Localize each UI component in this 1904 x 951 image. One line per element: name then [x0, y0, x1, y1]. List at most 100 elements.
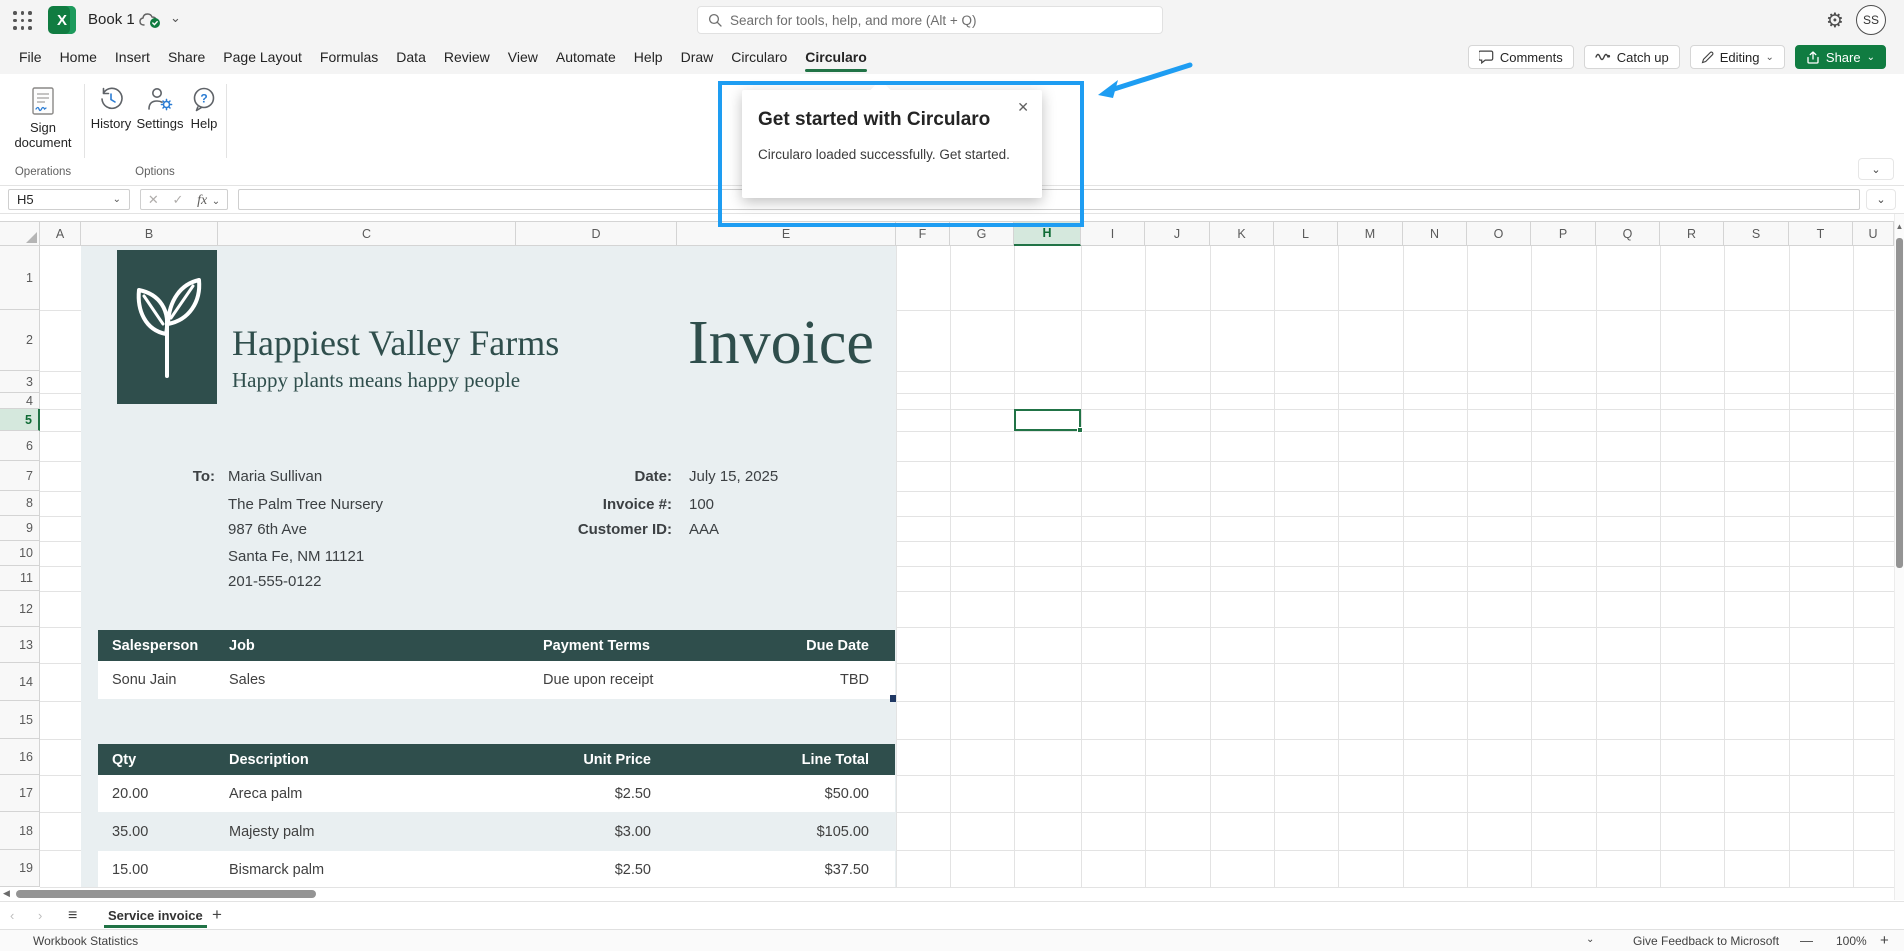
fill-handle[interactable] — [1077, 427, 1083, 433]
feedback-link[interactable]: Give Feedback to Microsoft — [1633, 934, 1779, 948]
row-header-10[interactable]: 10 — [0, 541, 40, 566]
item-row[interactable]: 20.00 Areca palm $2.50 $50.00 — [98, 775, 895, 812]
item-row[interactable]: 15.00 Bismarck palm $2.50 $37.50 — [98, 851, 895, 887]
row-header-3[interactable]: 3 — [0, 371, 40, 393]
menu-tab-view[interactable]: View — [499, 40, 547, 74]
menu-tab-circularo[interactable]: Circularo — [722, 40, 796, 74]
row-header-12[interactable]: 12 — [0, 591, 40, 627]
column-header-M[interactable]: M — [1338, 221, 1403, 246]
column-header-B[interactable]: B — [81, 221, 218, 246]
column-header-C[interactable]: C — [218, 221, 516, 246]
column-header-K[interactable]: K — [1210, 221, 1274, 246]
prev-sheet-chevron[interactable]: ‹ — [10, 908, 14, 923]
menu-tab-automate[interactable]: Automate — [547, 40, 625, 74]
zoom-level[interactable]: 100% — [1836, 934, 1867, 948]
settings-gear-icon[interactable]: ⚙ — [1826, 8, 1844, 33]
column-header-G[interactable]: G — [950, 221, 1014, 246]
sheet-list-menu-icon[interactable]: ≡ — [68, 907, 77, 925]
row-header-9[interactable]: 9 — [0, 516, 40, 541]
title-dropdown-chevron-icon[interactable]: ⌄ — [170, 10, 181, 26]
help-button[interactable]: ? Help — [186, 86, 222, 131]
column-header-H[interactable]: H — [1014, 221, 1081, 246]
callout-close-icon[interactable]: ✕ — [1017, 99, 1029, 116]
table-resize-handle[interactable] — [890, 695, 896, 702]
column-header-R[interactable]: R — [1660, 221, 1724, 246]
column-header-L[interactable]: L — [1274, 221, 1338, 246]
document-title[interactable]: Book 1 — [88, 11, 135, 28]
sign-document-button[interactable]: Sign document — [10, 86, 76, 150]
row-header-11[interactable]: 11 — [0, 566, 40, 591]
column-header-A[interactable]: A — [40, 221, 81, 246]
menu-tab-home[interactable]: Home — [51, 40, 106, 74]
column-header-F[interactable]: F — [896, 221, 950, 246]
settings-button[interactable]: Settings — [134, 86, 186, 131]
row-header-4[interactable]: 4 — [0, 393, 40, 409]
cancel-entry-icon[interactable]: ✕ — [148, 192, 159, 208]
menu-tab-page-layout[interactable]: Page Layout — [214, 40, 311, 74]
catch-up-button[interactable]: Catch up — [1584, 45, 1680, 69]
row-header-2[interactable]: 2 — [0, 310, 40, 371]
menu-tab-data[interactable]: Data — [387, 40, 435, 74]
ribbon-collapse-chevron[interactable]: ⌄ — [1858, 158, 1894, 180]
confirm-entry-icon[interactable]: ✓ — [173, 192, 184, 208]
history-button[interactable]: History — [88, 86, 134, 131]
excel-logo-icon[interactable]: X — [48, 6, 76, 34]
next-sheet-chevron[interactable]: › — [38, 908, 42, 923]
row-header-5[interactable]: 5 — [0, 409, 40, 431]
row-header-1[interactable]: 1 — [0, 246, 40, 310]
menu-tab-share[interactable]: Share — [159, 40, 214, 74]
menu-tab-review[interactable]: Review — [435, 40, 499, 74]
status-expand-chevron[interactable]: ⌄ — [1586, 934, 1594, 945]
insert-function-button[interactable]: fx ⌄ — [197, 191, 220, 209]
column-header-Q[interactable]: Q — [1596, 221, 1660, 246]
select-all-corner[interactable] — [0, 221, 40, 246]
column-header-O[interactable]: O — [1467, 221, 1531, 246]
active-cell-selection[interactable] — [1014, 409, 1081, 431]
comments-button[interactable]: Comments — [1468, 45, 1574, 69]
account-avatar[interactable]: SS — [1856, 5, 1886, 35]
column-header-T[interactable]: T — [1789, 221, 1853, 246]
menu-tab-formulas[interactable]: Formulas — [311, 40, 387, 74]
row-header-7[interactable]: 7 — [0, 461, 40, 491]
zoom-in-button[interactable]: + — [1880, 932, 1889, 949]
formula-input[interactable] — [238, 189, 1860, 210]
horizontal-scrollbar-thumb[interactable] — [16, 890, 316, 898]
scroll-left-arrow-icon[interactable]: ◀ — [3, 888, 10, 899]
share-button[interactable]: Share ⌄ — [1795, 45, 1886, 69]
row-header-13[interactable]: 13 — [0, 627, 40, 663]
item-row[interactable]: 35.00 Majesty palm $3.00 $105.00 — [98, 812, 895, 851]
name-box[interactable]: H5 ⌄ — [8, 189, 130, 210]
column-header-S[interactable]: S — [1724, 221, 1789, 246]
editing-mode-button[interactable]: Editing ⌄ — [1690, 45, 1785, 69]
sheet-tab-service-invoice[interactable]: Service invoice — [100, 902, 211, 929]
menu-tab-circularo[interactable]: Circularo — [796, 40, 875, 74]
column-header-J[interactable]: J — [1145, 221, 1210, 246]
row-header-17[interactable]: 17 — [0, 775, 40, 812]
add-sheet-button[interactable]: + — [212, 905, 222, 925]
column-header-U[interactable]: U — [1853, 221, 1894, 246]
row-header-15[interactable]: 15 — [0, 701, 40, 739]
sales-table-row[interactable]: Sonu Jain Sales Due upon receipt TBD — [98, 661, 895, 699]
scroll-up-arrow-icon[interactable]: ▲ — [1895, 222, 1904, 231]
zoom-out-button[interactable]: — — [1800, 933, 1813, 948]
workbook-statistics-button[interactable]: Workbook Statistics — [33, 934, 138, 948]
column-header-N[interactable]: N — [1403, 221, 1467, 246]
menu-tab-draw[interactable]: Draw — [672, 40, 723, 74]
row-header-18[interactable]: 18 — [0, 812, 40, 850]
row-header-6[interactable]: 6 — [0, 431, 40, 461]
menu-tab-file[interactable]: File — [10, 40, 51, 74]
menu-tab-help[interactable]: Help — [625, 40, 672, 74]
formula-bar-expand-chevron[interactable]: ⌄ — [1866, 189, 1896, 210]
app-launcher-waffle-icon[interactable] — [13, 11, 33, 31]
column-header-D[interactable]: D — [516, 221, 677, 246]
search-input[interactable]: Search for tools, help, and more (Alt + … — [697, 6, 1163, 34]
column-header-E[interactable]: E — [677, 221, 896, 246]
column-header-P[interactable]: P — [1531, 221, 1596, 246]
row-header-16[interactable]: 16 — [0, 739, 40, 775]
row-header-19[interactable]: 19 — [0, 850, 40, 887]
row-header-14[interactable]: 14 — [0, 663, 40, 701]
vertical-scrollbar-thumb[interactable] — [1896, 238, 1903, 568]
menu-tab-insert[interactable]: Insert — [106, 40, 159, 74]
column-header-I[interactable]: I — [1081, 221, 1145, 246]
row-header-8[interactable]: 8 — [0, 491, 40, 516]
